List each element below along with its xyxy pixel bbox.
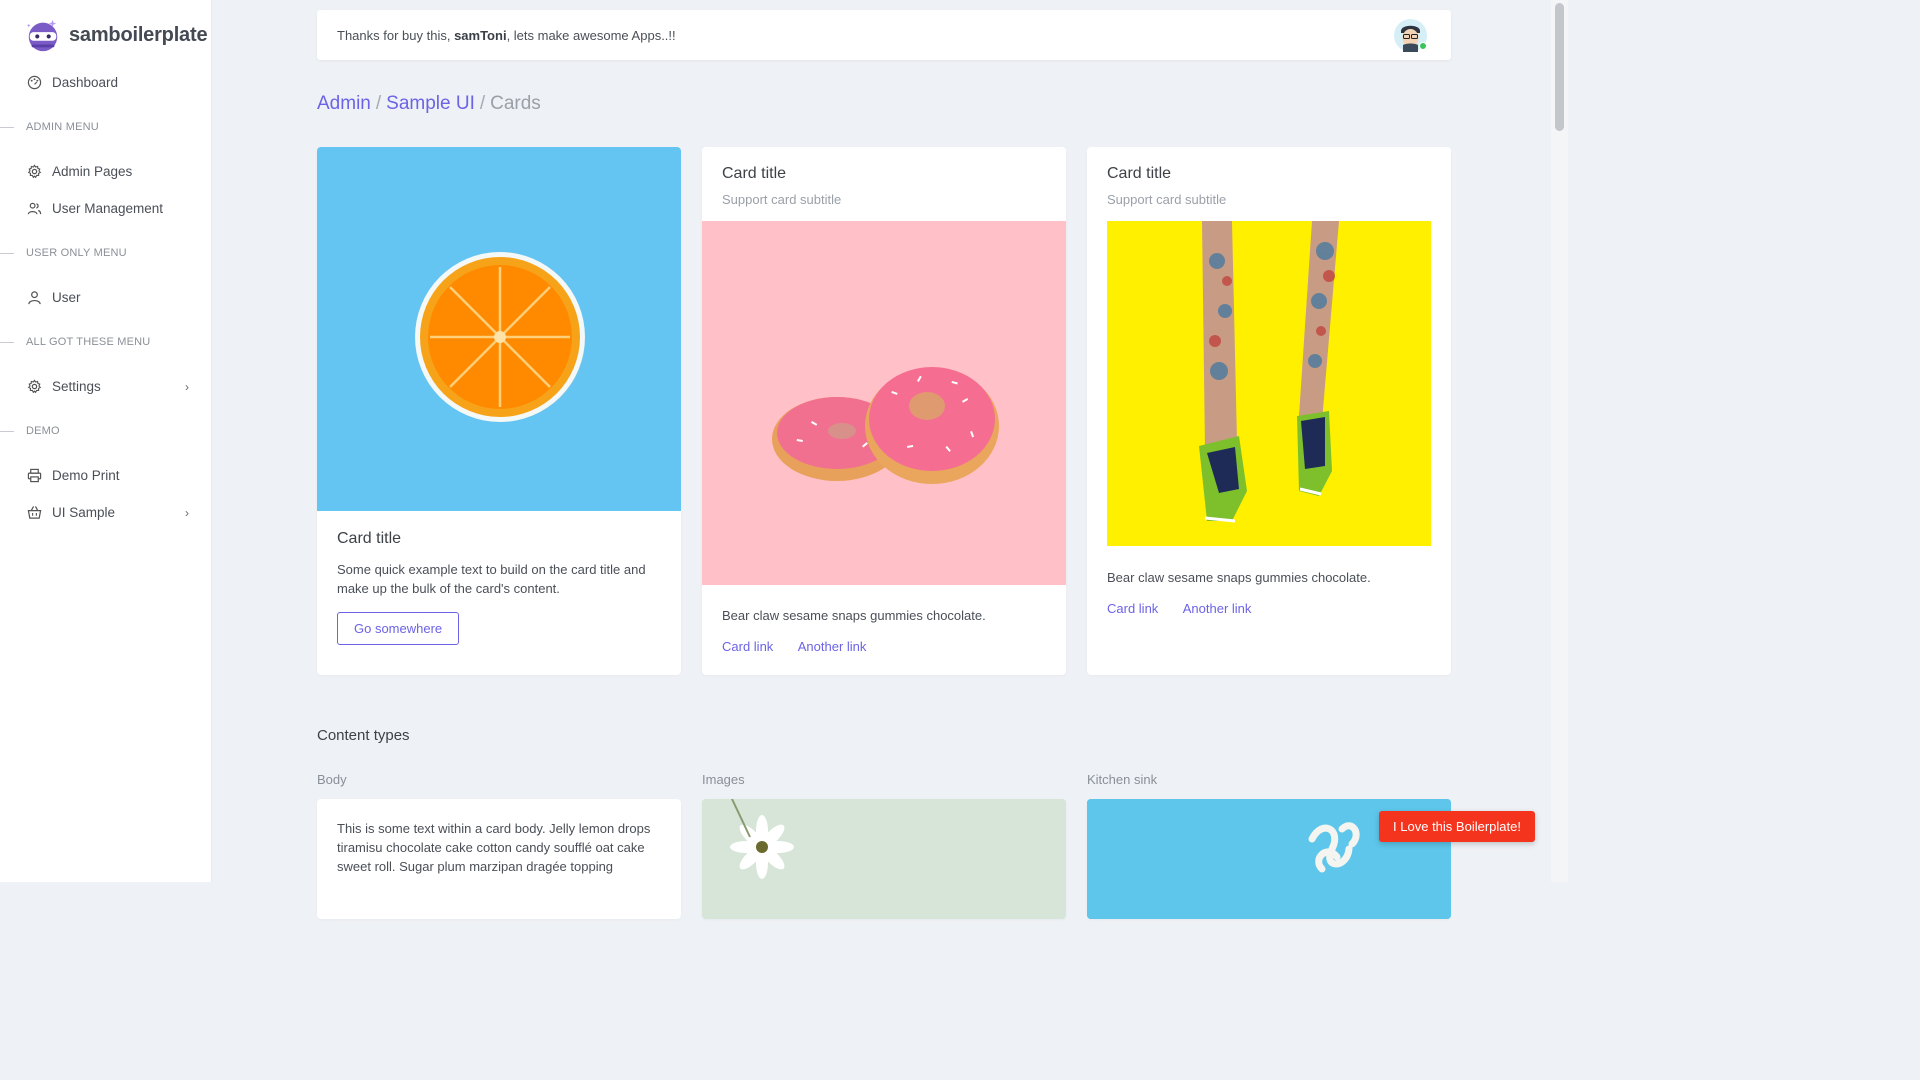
avatar[interactable]	[1394, 19, 1427, 52]
users-icon	[26, 201, 42, 217]
tattooed-legs-sneakers-image	[1199, 221, 1339, 523]
section-admin-menu: ADMIN MENU	[0, 101, 211, 153]
breadcrumb-separator: /	[479, 93, 486, 114]
sidebar-item-settings[interactable]: Settings ›	[0, 368, 211, 405]
card-text: Bear claw sesame snaps gummies chocolate…	[722, 608, 986, 623]
section-title-content-types: Content types	[317, 727, 410, 744]
card-image-donuts	[702, 221, 1066, 585]
sidebar-item-user[interactable]: User	[0, 279, 211, 316]
sidebar-item-demo-print[interactable]: Demo Print	[0, 457, 211, 494]
card-body-text: This is some text within a card body. Je…	[337, 821, 651, 874]
sidebar-item-label: UI Sample	[52, 505, 116, 520]
card-image-top: Card title Some quick example text to bu…	[317, 147, 681, 675]
card-subtitle: Support card subtitle	[722, 192, 842, 207]
card-images-content	[702, 799, 1066, 919]
card-with-inset-image: Card title Support card subtitle Bear cl…	[1087, 147, 1451, 675]
card-body-content: This is some text within a card body. Je…	[317, 799, 681, 919]
card-with-subtitle: Card title Support card subtitle Bear cl…	[702, 147, 1066, 675]
section-all-menu: ALL GOT THESE MENU	[0, 316, 211, 368]
go-somewhere-button[interactable]: Go somewhere	[337, 612, 460, 645]
card-text: Bear claw sesame snaps gummies chocolate…	[1107, 570, 1371, 585]
section-label: DEMO	[26, 425, 60, 437]
sidebar-item-label: User	[52, 290, 81, 305]
gear-icon	[26, 164, 42, 180]
breadcrumb-current: Cards	[490, 93, 541, 114]
love-boilerplate-button[interactable]: I Love this Boilerplate!	[1379, 811, 1535, 842]
sidebar-item-label: Dashboard	[52, 75, 119, 90]
card-title: Card title	[1107, 165, 1172, 182]
sidebar: samboilerplate Dashboard ADMIN MENU Admi…	[0, 0, 212, 882]
column-label-body: Body	[317, 772, 347, 787]
sidebar-item-label: Admin Pages	[52, 164, 133, 179]
card-link[interactable]: Card link	[722, 639, 773, 654]
donuts-image	[772, 367, 999, 484]
basket-icon	[26, 505, 42, 521]
card-link[interactable]: Card link	[1107, 601, 1158, 616]
sidebar-item-ui-sample[interactable]: UI Sample ›	[0, 494, 211, 531]
breadcrumb: Admin / Sample UI / Cards	[317, 93, 541, 115]
sidebar-item-user-management[interactable]: User Management	[0, 190, 211, 227]
printer-icon	[26, 468, 42, 484]
breadcrumb-admin[interactable]: Admin	[317, 93, 371, 114]
breadcrumb-separator: /	[375, 93, 382, 114]
section-user-only-menu: USER ONLY MENU	[0, 227, 211, 279]
brand[interactable]: samboilerplate	[0, 0, 211, 70]
chevron-right-icon: ›	[185, 379, 189, 394]
chevron-right-icon: ›	[185, 505, 189, 520]
sidebar-item-admin-pages[interactable]: Admin Pages	[0, 153, 211, 190]
dashboard-icon	[26, 75, 42, 91]
welcome-user-name: samToni	[454, 27, 507, 43]
another-link[interactable]: Another link	[1183, 601, 1252, 616]
card-title: Card title	[337, 530, 402, 547]
card-text: Some quick example text to build on the …	[337, 562, 646, 596]
page-scrollbar[interactable]	[1551, 0, 1568, 882]
welcome-prefix: Thanks for buy this,	[337, 27, 455, 43]
section-label: USER ONLY MENU	[26, 247, 127, 259]
sidebar-item-label: User Management	[52, 201, 164, 216]
card-subtitle: Support card subtitle	[1107, 192, 1227, 207]
gear-icon	[26, 379, 42, 395]
sidebar-item-label: Demo Print	[52, 468, 120, 483]
breadcrumb-sample-ui[interactable]: Sample UI	[386, 93, 475, 114]
card-image-orange	[317, 147, 681, 511]
daisy-image	[702, 799, 1066, 919]
section-demo: DEMO	[0, 405, 211, 457]
user-icon	[26, 290, 42, 306]
scrollbar-thumb[interactable]	[1555, 3, 1564, 131]
brand-name: samboilerplate	[69, 23, 208, 46]
column-label-kitchen-sink: Kitchen sink	[1087, 772, 1158, 787]
orange-slice-image	[415, 252, 585, 422]
sidebar-item-dashboard[interactable]: Dashboard	[0, 64, 211, 101]
welcome-message: Thanks for buy this, samToni, lets make …	[337, 28, 676, 43]
ninja-logo-icon	[26, 19, 58, 52]
sidebar-item-label: Settings	[52, 379, 101, 394]
column-label-images: Images	[702, 772, 745, 787]
card-image-sneakers	[1107, 221, 1431, 546]
online-status-dot	[1419, 42, 1427, 50]
section-label: ALL GOT THESE MENU	[26, 336, 151, 348]
welcome-suffix: , lets make awesome Apps..!!	[506, 27, 676, 43]
section-label: ADMIN MENU	[26, 121, 99, 133]
card-title: Card title	[722, 165, 787, 182]
top-bar: Thanks for buy this, samToni, lets make …	[317, 10, 1451, 60]
another-link[interactable]: Another link	[798, 639, 867, 654]
